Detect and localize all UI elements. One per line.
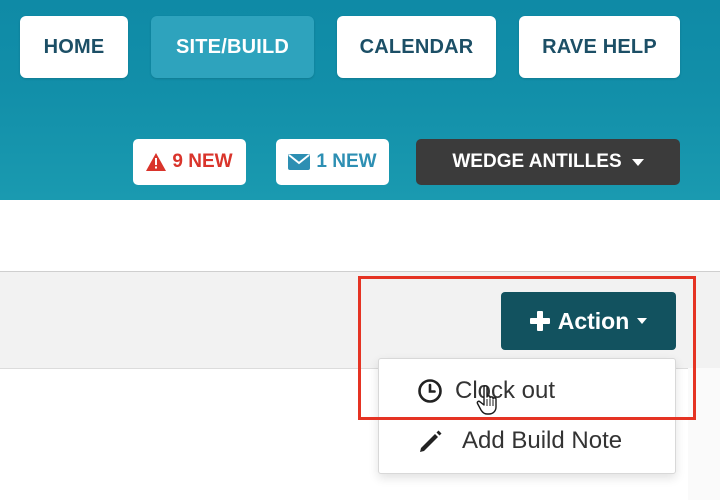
chevron-down-icon [637, 318, 648, 324]
envelope-icon [288, 154, 311, 170]
chevron-down-icon [631, 158, 644, 166]
messages-badge[interactable]: 1 NEW [276, 139, 389, 185]
plus-icon [529, 311, 550, 331]
action-button-label: Action [557, 307, 630, 334]
clock-icon [415, 376, 445, 406]
nav-rave-help[interactable]: RAVE HELP [519, 16, 680, 78]
action-button[interactable]: Action [501, 292, 676, 350]
messages-count-label: 1 NEW [316, 151, 377, 172]
nav-calendar[interactable]: CALENDAR [337, 16, 496, 78]
menu-item-clock-out[interactable]: Clock out [379, 365, 675, 417]
user-name-label: WEDGE ANTILLES [452, 151, 622, 172]
user-menu-button[interactable]: WEDGE ANTILLES [416, 139, 680, 185]
pencil-icon [415, 426, 445, 456]
warning-icon [146, 153, 167, 171]
nav-home[interactable]: HOME [20, 16, 128, 78]
menu-item-label: Add Build Note [462, 427, 623, 454]
menu-item-add-build-note[interactable]: Add Build Note [379, 415, 675, 467]
menu-item-label: Clock out [455, 377, 556, 404]
top-header: HOME SITE/BUILD CALENDAR RAVE HELP 9 NEW… [0, 0, 720, 200]
alerts-count-label: 9 NEW [172, 151, 233, 172]
action-dropdown-menu: Clock out Add Build Note [378, 358, 676, 474]
nav-site-build[interactable]: SITE/BUILD [151, 16, 314, 78]
alerts-badge[interactable]: 9 NEW [133, 139, 246, 185]
